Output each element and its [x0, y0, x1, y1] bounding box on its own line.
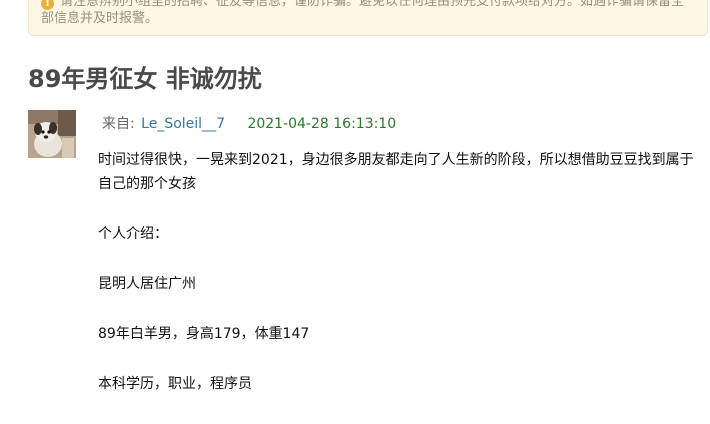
content-paragraph: 时间过得很快，一晃来到2021，身边很多朋友都走向了人生新的阶段，所以想借助豆豆…	[98, 152, 694, 192]
topic-page: ! 请注意辨别小组里的招聘、征友等信息，谨防诈骗。避免以任何理由预先支付款项给对方…	[0, 0, 710, 424]
safety-notice-banner: ! 请注意辨别小组里的招聘、征友等信息，谨防诈骗。避免以任何理由预先支付款项给对方…	[28, 0, 708, 36]
from-label: 来自:	[102, 116, 135, 132]
author-avatar[interactable]	[28, 110, 76, 158]
notice-text-line2: 部信息并及时报警。	[41, 11, 159, 26]
content-paragraph: 89年白羊男，身高179，体重147	[98, 326, 310, 342]
topic-meta: 来自: Le_Soleil__7 2021-04-28 16:13:10	[102, 115, 396, 133]
post-timestamp: 2021-04-28 16:13:10	[247, 116, 397, 132]
content-paragraph: 昆明人居住广州	[98, 276, 196, 292]
author-link[interactable]: Le_Soleil__7	[141, 116, 225, 132]
avatar-image	[28, 110, 76, 158]
content-paragraph: 个人介绍：	[98, 226, 168, 242]
topic-content: 时间过得很快，一晃来到2021，身边很多朋友都走向了人生新的阶段，所以想借助豆豆…	[98, 148, 698, 396]
topic-title: 89年男征女 非诚勿扰	[28, 65, 262, 93]
notice-text-line1: 请注意辨别小组里的招聘、征友等信息，谨防诈骗。避免以任何理由预先支付款项给对方。…	[60, 0, 685, 9]
content-paragraph: 本科学历，职业，程序员	[98, 376, 252, 392]
warning-icon: !	[41, 0, 54, 10]
